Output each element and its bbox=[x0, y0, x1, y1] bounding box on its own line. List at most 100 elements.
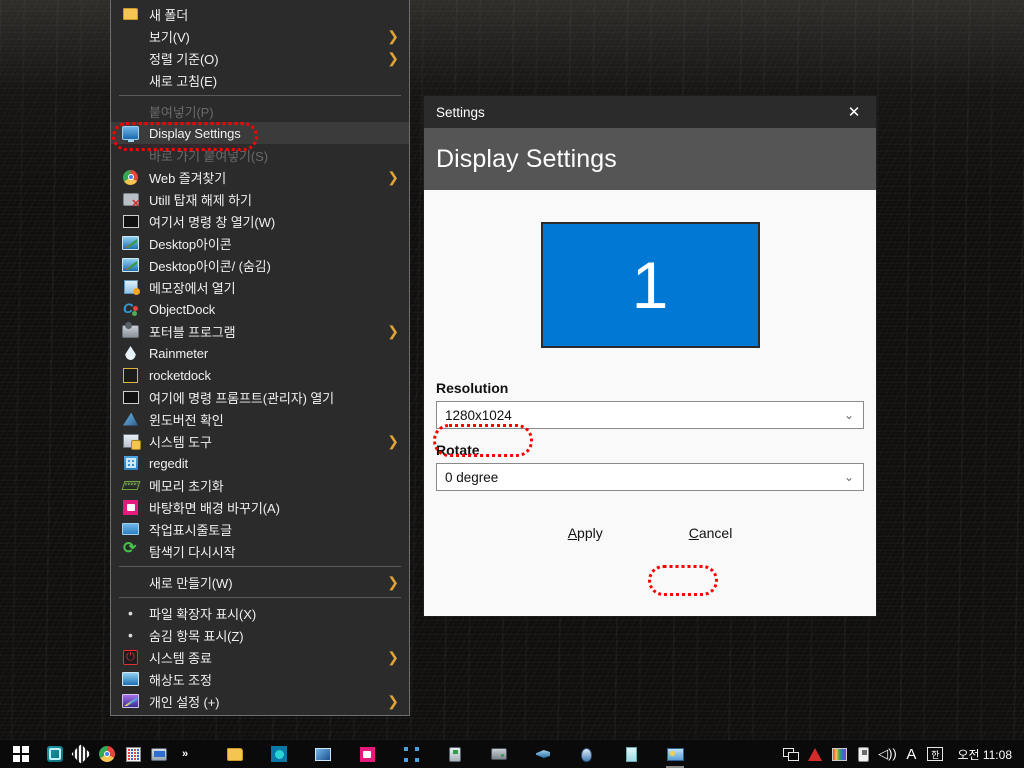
menu-item-label: 붙여넣기(P) bbox=[149, 104, 214, 120]
bullet-icon: • bbox=[128, 627, 133, 643]
menu-item[interactable]: ObjectDock bbox=[111, 298, 409, 320]
cancel-accel: C bbox=[688, 525, 699, 541]
apply-button[interactable]: Apply bbox=[568, 525, 603, 541]
taskbar-usb-device-icon[interactable] bbox=[442, 740, 468, 768]
taskbar-diamond-icon[interactable] bbox=[68, 740, 94, 768]
resolution-select[interactable]: 1280x1024 ⌄ bbox=[436, 401, 864, 429]
taskbar-laptop-icon[interactable] bbox=[146, 740, 172, 768]
cancel-button[interactable]: Cancel bbox=[689, 525, 733, 541]
menu-separator bbox=[119, 597, 401, 598]
dialog-titlebar: Settings ✕ bbox=[424, 96, 876, 128]
taskbar-folder-explorer-icon[interactable] bbox=[222, 740, 248, 768]
bullet-icon: • bbox=[128, 605, 133, 621]
volume-icon[interactable]: ◁)) bbox=[875, 740, 899, 768]
taskbar-app-teal-icon[interactable] bbox=[42, 740, 68, 768]
taskbar-overflow-button[interactable]: » bbox=[172, 740, 198, 768]
menu-item-label: 바로 가기 붙여넣기(S) bbox=[149, 148, 268, 164]
start-button[interactable] bbox=[0, 740, 42, 768]
system-tray[interactable]: ◁)) A 한 오전 11:08 bbox=[779, 740, 1024, 768]
taskbar-calculator-icon[interactable] bbox=[120, 740, 146, 768]
menu-item[interactable]: 포터블 프로그램 ❯ bbox=[111, 320, 409, 342]
menu-item-label: 새로 만들기(W) bbox=[149, 575, 233, 591]
clock[interactable]: 오전 11:08 bbox=[947, 746, 1016, 763]
menu-item[interactable]: Display Settings bbox=[111, 122, 409, 144]
taskbar-wrench-tool-icon[interactable] bbox=[530, 740, 556, 768]
menu-item-label: 탐색기 다시시작 bbox=[149, 544, 236, 560]
menu-item[interactable]: rocketdock bbox=[111, 364, 409, 386]
menu-item[interactable]: 여기서 명령 창 열기(W) bbox=[111, 210, 409, 232]
menu-item[interactable]: Desktop아이콘/ (숨김) bbox=[111, 254, 409, 276]
monitor-preview-1[interactable]: 1 bbox=[540, 222, 760, 348]
notepad-icon bbox=[121, 278, 140, 296]
ime-korean-icon[interactable]: 한 bbox=[923, 740, 947, 768]
submenu-arrow-icon: ❯ bbox=[387, 169, 399, 185]
close-icon[interactable]: ✕ bbox=[832, 96, 876, 128]
display-settings-dialog[interactable]: Settings ✕ Display Settings 1 Resolution… bbox=[424, 96, 876, 616]
menu-item[interactable]: 새 폴더 bbox=[111, 3, 409, 25]
taskbar-blue-image-icon[interactable] bbox=[310, 740, 336, 768]
menu-item[interactable]: 바탕화면 배경 바꾸기(A) bbox=[111, 496, 409, 518]
red-triangle-icon[interactable] bbox=[803, 740, 827, 768]
menu-item[interactable]: 정렬 기준(O) ❯ bbox=[111, 47, 409, 69]
no-icon bbox=[121, 146, 140, 164]
submenu-arrow-icon: ❯ bbox=[387, 649, 399, 665]
apply-rest: pply bbox=[577, 525, 603, 541]
menu-item[interactable]: 새로 고침(E) bbox=[111, 69, 409, 91]
menu-item[interactable]: 보기(V) ❯ bbox=[111, 25, 409, 47]
desktop-context-menu[interactable]: 새 폴더 보기(V) ❯ 정렬 기준(O) ❯ 새로 고침(E) 붙여넣기(P) Displa… bbox=[110, 0, 410, 716]
menu-item[interactable]: Utill 탑재 해제 하기 bbox=[111, 188, 409, 210]
menu-item[interactable]: 개인 설정 (+) ❯ bbox=[111, 690, 409, 712]
network-icon[interactable] bbox=[779, 740, 803, 768]
shutdown-icon bbox=[121, 648, 140, 666]
menu-item[interactable]: • 파일 확장자 표시(X) bbox=[111, 602, 409, 624]
menu-item[interactable]: 시스템 종료 ❯ bbox=[111, 646, 409, 668]
menu-item[interactable]: Web 즐겨찾기 ❯ bbox=[111, 166, 409, 188]
taskbar-selection-icon[interactable] bbox=[398, 740, 424, 768]
font-icon[interactable]: A bbox=[899, 740, 923, 768]
menu-item-label: Utill 탑재 해제 하기 bbox=[149, 192, 252, 208]
menu-item[interactable]: 여기에 명령 프롬프트(관리자) 열기 bbox=[111, 386, 409, 408]
menu-item-label: Rainmeter bbox=[149, 345, 209, 361]
menu-item-label: 새로 고침(E) bbox=[149, 73, 217, 89]
menu-item-label: 여기에 명령 프롬프트(관리자) 열기 bbox=[149, 390, 335, 406]
menu-item[interactable]: Desktop아이콘 bbox=[111, 232, 409, 254]
menu-item[interactable]: Rainmeter bbox=[111, 342, 409, 364]
taskbar-teal-app-icon[interactable] bbox=[266, 740, 292, 768]
taskbar-chrome-icon[interactable] bbox=[94, 740, 120, 768]
monitor-number-label: 1 bbox=[631, 248, 669, 322]
wallpaper-icon bbox=[121, 498, 140, 516]
taskbar-document-icon[interactable] bbox=[618, 740, 644, 768]
menu-item[interactable]: 탐색기 다시시작 bbox=[111, 540, 409, 562]
menu-item[interactable]: 윈도버전 확인 bbox=[111, 408, 409, 430]
menu-item[interactable]: 메모리 초기화 bbox=[111, 474, 409, 496]
rotate-label: Rotate bbox=[436, 442, 480, 458]
menu-item-label: Web 즐겨찾기 bbox=[149, 170, 227, 186]
taskbar-card-viewer-icon[interactable] bbox=[662, 740, 688, 768]
taskbar-drive-icon[interactable] bbox=[486, 740, 512, 768]
rotate-select[interactable]: 0 degree ⌄ bbox=[436, 463, 864, 491]
resolution-label: Resolution bbox=[436, 380, 509, 396]
rocketdock-icon bbox=[121, 366, 140, 384]
menu-item[interactable]: regedit bbox=[111, 452, 409, 474]
menu-item[interactable]: 작업표시줄토글 bbox=[111, 518, 409, 540]
menu-item[interactable]: 메모장에서 열기 bbox=[111, 276, 409, 298]
menu-item[interactable]: 시스템 도구 ❯ bbox=[111, 430, 409, 452]
windows-logo-icon bbox=[13, 746, 29, 762]
menu-item[interactable]: • 숨김 항목 표시(Z) bbox=[111, 624, 409, 646]
menu-item[interactable]: 해상도 조정 bbox=[111, 668, 409, 690]
taskbar-pink-wallpaper-icon[interactable] bbox=[354, 740, 380, 768]
menu-item[interactable]: 새로 만들기(W) ❯ bbox=[111, 571, 409, 593]
no-icon bbox=[121, 49, 140, 67]
taskbar-mouse-icon[interactable] bbox=[574, 740, 600, 768]
desktop[interactable]: 새 폴더 보기(V) ❯ 정렬 기준(O) ❯ 새로 고침(E) 붙여넣기(P) Displa… bbox=[0, 0, 1024, 768]
resolution-value: 1280x1024 bbox=[445, 407, 512, 423]
menu-item-label: rocketdock bbox=[149, 367, 211, 383]
rainbow-color-icon[interactable] bbox=[827, 740, 851, 768]
taskbar[interactable]: » ◁)) A 한 오전 11:08 bbox=[0, 740, 1024, 768]
menu-item-label: Display Settings bbox=[149, 125, 241, 141]
restart-explorer-icon bbox=[121, 541, 140, 560]
desktop-icon bbox=[121, 256, 140, 274]
portable-drive-icon bbox=[121, 321, 140, 340]
menu-item-label: Desktop아이콘/ (숨김) bbox=[149, 258, 271, 274]
usb-safely-remove-icon[interactable] bbox=[851, 740, 875, 768]
